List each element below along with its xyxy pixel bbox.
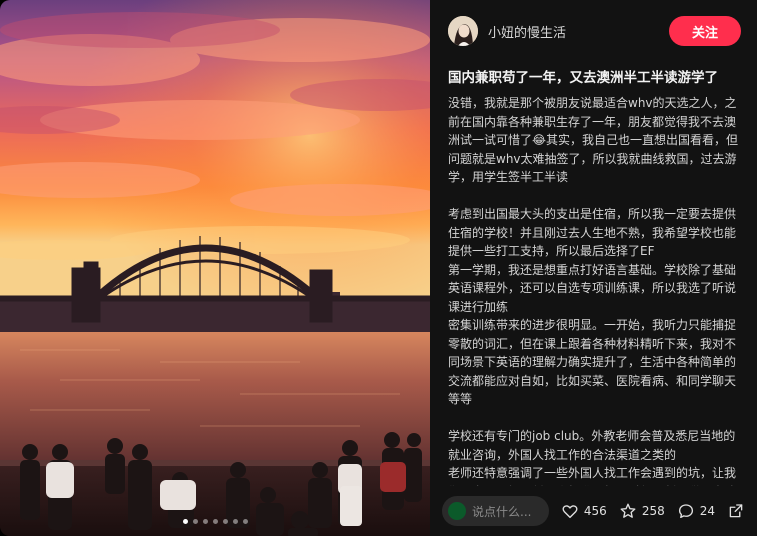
collect-button[interactable]: 258 [619, 502, 665, 520]
current-user-avatar [448, 502, 466, 520]
like-count: 456 [583, 504, 607, 518]
post-paragraph: 学校还有专门的job club。外教老师会普及悉尼当地的就业咨询，外国人找工作的… [448, 429, 736, 462]
post-title: 国内兼职苟了一年，又去澳洲半工半读游学了 [448, 70, 718, 86]
carousel-dot[interactable] [222, 519, 228, 524]
post-paragraph: 老师还特意强调了一些外国人找工作会遇到的坑，让我们一定要了解最低工资标准、打工时… [448, 466, 737, 486]
comment-button[interactable]: 24 [677, 502, 715, 520]
share-button[interactable] [727, 502, 745, 520]
carousel-dot[interactable] [182, 519, 188, 524]
carousel-dot[interactable] [242, 519, 248, 524]
comment-count: 24 [699, 504, 715, 518]
post-paragraph: 密集训练带来的进步很明显。一开始，我听力只能捕捉零散的词汇，但在课上跟着各种材料… [448, 318, 737, 406]
carousel-dot[interactable] [202, 519, 208, 524]
like-button[interactable]: 456 [561, 502, 607, 520]
post-body: 没错，我就是那个被朋友说最适合whv的天选之人，之前在国内靠各种兼职生存了一年，… [448, 94, 746, 486]
sydney-harbour-sunset-photo [0, 0, 430, 536]
interaction-bar: 说点什么... 456 258 24 [430, 486, 757, 536]
comment-bubble-icon [678, 504, 693, 519]
post-paragraph: 没错，我就是那个被朋友说最适合whv的天选之人，之前在国内靠各种兼职生存了一年，… [448, 96, 739, 184]
follow-button[interactable]: 关注 [669, 16, 741, 46]
collect-count: 258 [641, 504, 665, 518]
post-image[interactable] [0, 0, 430, 536]
carousel-dot[interactable] [212, 519, 218, 524]
heart-icon [562, 505, 578, 519]
avatar-image [448, 16, 478, 46]
star-icon [620, 503, 636, 518]
post-detail-panel: 小妞的慢生活 关注 国内兼职苟了一年，又去澳洲半工半读游学了 没错，我就是那个被… [430, 0, 757, 536]
author-header: 小妞的慢生活 关注 [430, 0, 757, 62]
carousel-indicator[interactable] [0, 519, 430, 524]
comment-placeholder: 说点什么... [472, 504, 532, 519]
carousel-dot[interactable] [192, 519, 198, 524]
post-paragraph: 第一学期，我还是想重点打好语言基础。学校除了基础英语课程外，还可以自选专项训练课… [448, 262, 737, 314]
post-paragraph: 考虑到出国最大头的支出是住宿，所以我一定要去提供住宿的学校！并且刚过去人生地不熟… [448, 207, 737, 258]
author-name[interactable]: 小妞的慢生活 [488, 22, 669, 41]
author-avatar[interactable] [448, 16, 478, 46]
share-icon [729, 504, 743, 518]
carousel-dot[interactable] [232, 519, 238, 524]
comment-input[interactable]: 说点什么... [442, 496, 549, 526]
